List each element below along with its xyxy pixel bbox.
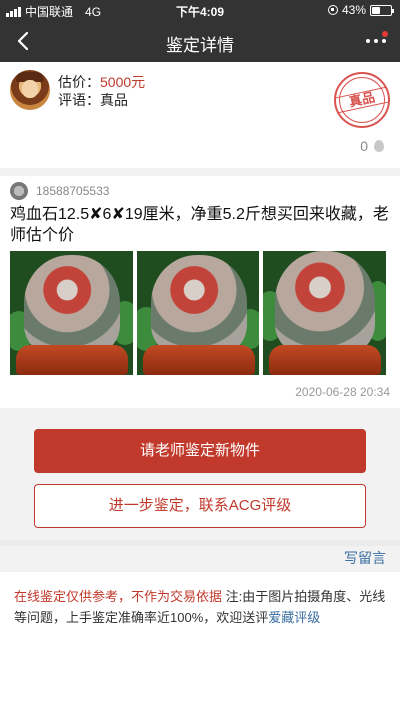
comment-value: 真品 — [100, 92, 128, 108]
stone-photo-3[interactable] — [263, 251, 387, 375]
request-new-appraisal-button[interactable]: 请老师鉴定新物件 — [34, 429, 366, 473]
appraisal-result-card: 估价：5000元 评语：真品 真品 0 — [0, 62, 400, 168]
notification-dot — [382, 31, 388, 37]
nav-bar: 鉴定详情 — [0, 20, 400, 62]
stone-photo-2[interactable] — [136, 251, 260, 375]
estimate-label: 估价： — [58, 74, 100, 90]
more-menu-button[interactable] — [362, 29, 390, 53]
estimate-value: 5000元 — [100, 74, 146, 90]
appraiser-avatar[interactable] — [10, 70, 50, 110]
more-dots-icon — [366, 39, 370, 43]
authentic-stamp: 真品 — [334, 72, 390, 128]
flame-icon — [374, 140, 384, 152]
user-avatar — [10, 182, 28, 200]
post-time: 2020-06-28 20:34 — [295, 385, 390, 399]
rotation-lock-icon — [327, 5, 338, 15]
stone-photo-1[interactable] — [10, 251, 133, 375]
disclaimer-warning: 在线鉴定仅供参考，不作为交易依据 — [14, 589, 223, 604]
estimate-row: 估价：5000元 — [58, 72, 145, 92]
like-count: 0 — [360, 138, 368, 154]
top-bar: 中国联通 4G 下午4:09 43% 鉴定详情 — [0, 0, 400, 62]
question-text: 鸡血石12.5✘6✘19厘米，净重5.2斤想买回来收藏，老师估个价 — [10, 206, 389, 244]
like-counter[interactable]: 0 — [360, 138, 384, 154]
contact-acg-button[interactable]: 进一步鉴定，联系ACG评级 — [34, 484, 366, 528]
status-bar: 中国联通 4G 下午4:09 43% — [0, 0, 400, 20]
comment-row: 评语：真品 — [58, 90, 128, 110]
disclaimer: 在线鉴定仅供参考，不作为交易依据 注:由于图片拍摄角度、光线等问题，上手鉴定准确… — [0, 572, 400, 711]
battery-percent: 43% — [341, 3, 366, 17]
user-phone: 18588705533 — [36, 184, 110, 198]
comment-label: 评语： — [58, 92, 100, 108]
photo-gallery — [10, 251, 387, 375]
page-title: 鉴定详情 — [166, 36, 234, 55]
aicang-rating-link[interactable]: 爱藏评级 — [268, 610, 320, 625]
question-card: 18588705533 鸡血石12.5✘6✘19厘米，净重5.2斤想买回来收藏，… — [0, 176, 400, 408]
write-comment-link[interactable]: 写留言 — [344, 548, 386, 568]
divider — [0, 540, 400, 546]
battery-icon — [370, 4, 394, 16]
